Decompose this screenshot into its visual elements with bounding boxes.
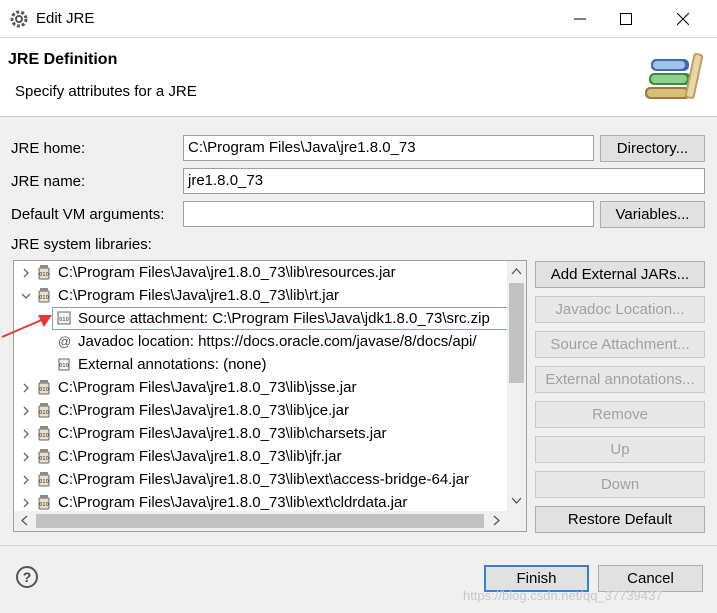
tree-row-label: C:\Program Files\Java\jre1.8.0_73\lib\re…: [58, 264, 396, 281]
tree-row[interactable]: 010 C:\Program Files\Java\jre1.8.0_73\li…: [14, 445, 507, 468]
maximize-button[interactable]: [603, 0, 649, 38]
chevron-right-icon[interactable]: [20, 405, 32, 417]
jar-icon: 010: [38, 380, 50, 395]
tree-row[interactable]: 010 C:\Program Files\Java\jre1.8.0_73\li…: [14, 284, 507, 307]
svg-text:010: 010: [39, 410, 49, 416]
svg-text:010: 010: [39, 479, 49, 485]
svg-text:010: 010: [39, 387, 49, 393]
minimize-button[interactable]: [557, 0, 603, 38]
chevron-down-icon[interactable]: [20, 290, 32, 302]
scroll-down-icon[interactable]: [511, 495, 522, 506]
vertical-scrollbar[interactable]: [507, 261, 526, 511]
svg-text:010: 010: [39, 433, 49, 439]
horizontal-scrollbar[interactable]: [14, 511, 507, 531]
source-attachment-icon: 010: [57, 311, 71, 325]
gear-icon: [10, 10, 28, 28]
tree-row-label: C:\Program Files\Java\jre1.8.0_73\lib\jc…: [58, 402, 349, 419]
libraries-tree[interactable]: 010 C:\Program Files\Java\jre1.8.0_73\li…: [13, 260, 527, 532]
tree-row-label: Javadoc location: https://docs.oracle.co…: [78, 333, 477, 350]
svg-text:010: 010: [39, 502, 49, 508]
chevron-right-icon[interactable]: [20, 428, 32, 440]
jar-icon: 010: [38, 426, 50, 441]
variables-button[interactable]: Variables...: [600, 201, 705, 228]
vm-args-label: Default VM arguments:: [11, 206, 165, 223]
tree-row[interactable]: 010 C:\Program Files\Java\jre1.8.0_73\li…: [14, 376, 507, 399]
libraries-label: JRE system libraries:: [11, 236, 152, 253]
tree-row-label: Source attachment: C:\Program Files\Java…: [78, 310, 490, 327]
jar-icon: 010: [38, 449, 50, 464]
chevron-right-icon[interactable]: [20, 382, 32, 394]
maximize-icon: [620, 13, 632, 25]
tree-row-javadoc[interactable]: @ Javadoc location: https://docs.oracle.…: [14, 330, 507, 353]
jre-home-input[interactable]: C:\Program Files\Java\jre1.8.0_73: [183, 135, 594, 161]
tree-row-label: C:\Program Files\Java\jre1.8.0_73\lib\js…: [58, 379, 357, 396]
svg-text:010: 010: [39, 272, 49, 278]
remove-button[interactable]: Remove: [535, 401, 705, 428]
directory-button[interactable]: Directory...: [600, 135, 705, 162]
add-external-jars-button[interactable]: Add External JARs...: [535, 261, 705, 288]
close-icon: [677, 13, 689, 25]
scroll-right-icon[interactable]: [491, 515, 502, 526]
scroll-corner: [507, 511, 526, 531]
tree-row-source-attachment[interactable]: 010 Source attachment: C:\Program Files\…: [14, 307, 524, 330]
vm-args-input[interactable]: [183, 201, 594, 227]
help-icon[interactable]: ?: [16, 566, 38, 588]
tree-row[interactable]: 010 C:\Program Files\Java\jre1.8.0_73\li…: [14, 399, 507, 422]
svg-text:010: 010: [59, 363, 69, 369]
tree-row-label: C:\Program Files\Java\jre1.8.0_73\lib\rt…: [58, 287, 339, 304]
tree-row[interactable]: 010 C:\Program Files\Java\jre1.8.0_73\li…: [14, 422, 507, 445]
annotations-icon: 010: [58, 358, 70, 371]
tree-row-label: External annotations: (none): [78, 356, 267, 373]
footer-divider: [0, 545, 717, 546]
svg-text:010: 010: [39, 456, 49, 462]
jar-icon: 010: [38, 495, 50, 510]
window-title: Edit JRE: [36, 10, 95, 27]
jar-icon: 010: [38, 288, 50, 303]
header-description: Specify attributes for a JRE: [15, 83, 197, 100]
jar-icon: 010: [38, 265, 50, 280]
jre-name-label: JRE name:: [11, 173, 86, 190]
down-button[interactable]: Down: [535, 471, 705, 498]
chevron-right-icon[interactable]: [20, 497, 32, 509]
svg-text:010: 010: [39, 295, 49, 301]
svg-text:010: 010: [59, 317, 69, 323]
up-button[interactable]: Up: [535, 436, 705, 463]
jar-icon: 010: [38, 472, 50, 487]
chevron-right-icon[interactable]: [20, 474, 32, 486]
books-icon: [645, 53, 704, 99]
title-bar: Edit JRE: [0, 0, 717, 38]
chevron-right-icon[interactable]: [20, 267, 32, 279]
scroll-up-icon[interactable]: [511, 266, 522, 277]
jar-icon: 010: [38, 403, 50, 418]
dialog-header: JRE Definition Specify attributes for a …: [0, 38, 717, 117]
red-arrow-icon: [1, 315, 52, 338]
jre-home-label: JRE home:: [11, 140, 86, 157]
tree-row-label: C:\Program Files\Java\jre1.8.0_73\lib\ex…: [58, 471, 470, 488]
tree-row[interactable]: 010 C:\Program Files\Java\jre1.8.0_73\li…: [14, 261, 507, 284]
jre-name-input[interactable]: jre1.8.0_73: [183, 168, 705, 194]
watermark: https://blog.csdn.net/qq_37739437: [463, 588, 663, 603]
at-sign-icon: @: [58, 334, 72, 349]
tree-row[interactable]: 010 C:\Program Files\Java\jre1.8.0_73\li…: [14, 468, 507, 491]
restore-default-button[interactable]: Restore Default: [535, 506, 705, 533]
chevron-right-icon[interactable]: [20, 451, 32, 463]
external-annotations-button[interactable]: External annotations...: [535, 366, 705, 393]
close-button[interactable]: [660, 0, 706, 38]
source-attachment-button[interactable]: Source Attachment...: [535, 331, 705, 358]
header-title: JRE Definition: [8, 51, 118, 68]
vertical-scroll-thumb[interactable]: [509, 283, 524, 383]
minimize-icon: [574, 18, 586, 20]
tree-row-label: C:\Program Files\Java\jre1.8.0_73\lib\ch…: [58, 425, 387, 442]
tree-row-annotations[interactable]: 010 External annotations: (none): [14, 353, 507, 376]
scroll-left-icon[interactable]: [19, 515, 30, 526]
horizontal-scroll-thumb[interactable]: [36, 514, 484, 528]
javadoc-location-button[interactable]: Javadoc Location...: [535, 296, 705, 323]
tree-row-label: C:\Program Files\Java\jre1.8.0_73\lib\jf…: [58, 448, 342, 465]
